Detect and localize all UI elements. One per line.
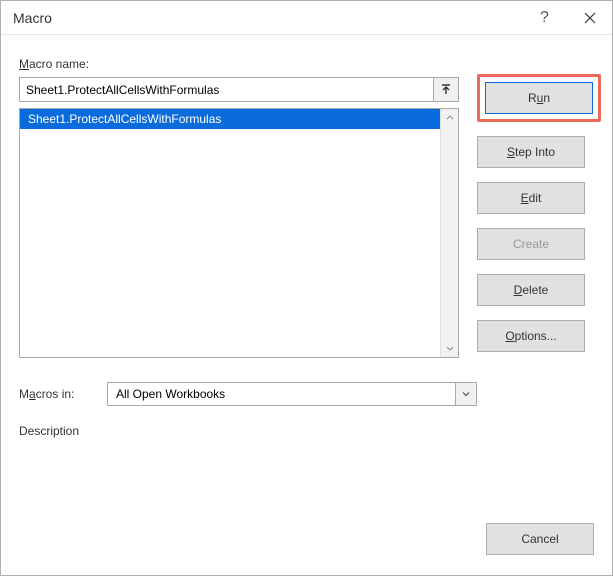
dialog-content: Macro name: Sheet1.ProtectAllCellsWithFo… — [1, 35, 612, 575]
macros-in-value: All Open Workbooks — [107, 382, 455, 406]
macro-list[interactable]: Sheet1.ProtectAllCellsWithFormulas — [19, 108, 459, 358]
scroll-down-icon[interactable] — [441, 339, 458, 357]
macros-in-select[interactable]: All Open Workbooks — [107, 382, 477, 406]
description-label: Description — [19, 424, 596, 438]
scroll-up-icon[interactable] — [441, 109, 458, 127]
dropdown-button[interactable] — [455, 382, 477, 406]
help-button[interactable]: ? — [522, 2, 567, 34]
titlebar: Macro ? — [1, 1, 612, 35]
macro-dialog: Macro ? Macro name: Sheet1.ProtectAllCel… — [0, 0, 613, 576]
options-button[interactable]: Options... — [477, 320, 585, 352]
delete-button[interactable]: Delete — [477, 274, 585, 306]
create-button: Create — [477, 228, 585, 260]
macro-name-label: Macro name: — [19, 57, 596, 71]
list-item[interactable]: Sheet1.ProtectAllCellsWithFormulas — [20, 109, 440, 129]
chevron-down-icon — [461, 389, 471, 399]
close-icon — [584, 12, 596, 24]
jump-to-icon — [440, 84, 452, 96]
close-button[interactable] — [567, 2, 612, 34]
run-highlight: Run — [477, 74, 601, 122]
macros-in-label: Macros in: — [19, 387, 99, 401]
macro-name-input[interactable] — [19, 77, 433, 102]
step-into-button[interactable]: Step Into — [477, 136, 585, 168]
list-scrollbar[interactable] — [440, 109, 458, 357]
window-title: Macro — [13, 10, 522, 26]
cancel-button[interactable]: Cancel — [486, 523, 594, 555]
run-button[interactable]: Run — [485, 82, 593, 114]
edit-button[interactable]: Edit — [477, 182, 585, 214]
jump-to-button[interactable] — [433, 77, 459, 102]
